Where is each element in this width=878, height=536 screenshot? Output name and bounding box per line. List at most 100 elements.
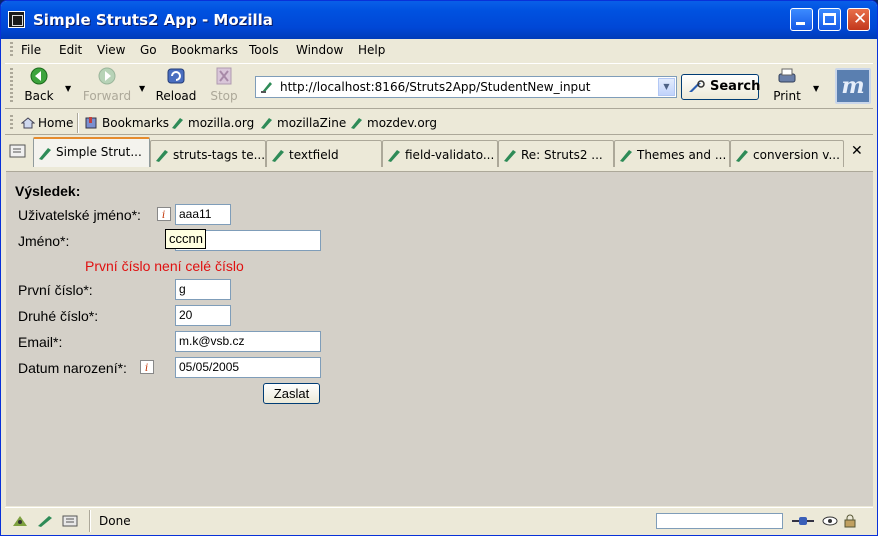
back-button[interactable]: Back xyxy=(21,66,57,103)
tab-field-validator[interactable]: field-validato... xyxy=(382,140,498,167)
tab-page-icon xyxy=(504,150,516,162)
stop-icon xyxy=(216,67,232,85)
tab-label: field-validato... xyxy=(405,148,495,162)
progress-bar xyxy=(656,513,783,529)
tab-conversion[interactable]: conversion v... xyxy=(730,140,844,167)
info-icon[interactable]: i xyxy=(140,360,154,374)
tab-struts-tags[interactable]: struts-tags te... xyxy=(150,140,266,167)
composer-icon[interactable] xyxy=(37,514,55,528)
print-dropdown-icon[interactable]: ▼ xyxy=(813,84,819,93)
home-icon xyxy=(21,117,35,129)
url-bar[interactable]: http://localhost:8166/Struts2App/Student… xyxy=(255,76,677,98)
menu-bar: File Edit View Go Bookmarks Tools Window… xyxy=(5,39,873,61)
stop-button[interactable]: Stop xyxy=(207,66,241,103)
submit-button[interactable]: Zaslat xyxy=(263,383,320,404)
title-bar[interactable]: Simple Struts2 App - Mozilla ✕ xyxy=(1,1,877,39)
toolbar-grip[interactable] xyxy=(10,115,13,131)
forward-button[interactable]: Forward xyxy=(81,66,133,103)
maximize-icon xyxy=(823,13,836,25)
print-label: Print xyxy=(773,89,801,103)
tab-label: struts-tags te... xyxy=(173,148,266,162)
email-label: Email*: xyxy=(18,334,63,350)
search-icon xyxy=(689,80,705,92)
maximize-button[interactable] xyxy=(818,8,841,31)
tab-simple-struts[interactable]: Simple Strut... xyxy=(33,137,150,167)
second-number-input[interactable]: 20 xyxy=(175,305,231,326)
menu-file[interactable]: File xyxy=(21,43,41,57)
tab-label: Themes and ... xyxy=(637,148,727,162)
bookmark-label: Home xyxy=(38,116,74,130)
info-icon[interactable]: i xyxy=(157,207,171,221)
birth-date-input[interactable]: 05/05/2005 xyxy=(175,357,321,378)
print-button[interactable]: Print xyxy=(769,66,805,103)
toolbar-grip[interactable] xyxy=(10,42,13,58)
menu-view[interactable]: View xyxy=(97,43,125,57)
toolbar-grip[interactable] xyxy=(10,68,13,104)
tab-label: Simple Strut... xyxy=(56,145,142,159)
address-book-icon[interactable] xyxy=(61,514,79,528)
bookmark-label: mozillaZine xyxy=(277,116,347,130)
privacy-icon[interactable] xyxy=(821,514,839,528)
navigation-toolbar: Back ▼ Forward ▼ Reload Stop http://loca… xyxy=(5,63,873,109)
bookmark-bookmarks[interactable]: Bookmarks xyxy=(85,116,169,130)
bookmark-label: mozdev.org xyxy=(367,116,437,130)
reload-button[interactable]: Reload xyxy=(153,66,199,103)
lock-icon[interactable] xyxy=(841,514,859,528)
forward-arrow-icon xyxy=(98,67,116,85)
page-icon xyxy=(261,82,272,93)
tab-label: conversion v... xyxy=(753,148,840,162)
tab-themes[interactable]: Themes and ... xyxy=(614,140,730,167)
online-status-icon[interactable] xyxy=(791,514,815,528)
mozilla-logo[interactable]: m xyxy=(835,68,871,104)
forward-dropdown-icon[interactable]: ▼ xyxy=(139,84,145,93)
search-button[interactable]: Search xyxy=(681,74,761,100)
menu-go[interactable]: Go xyxy=(140,43,157,57)
status-text: Done xyxy=(99,514,131,528)
back-arrow-icon xyxy=(30,67,48,85)
bookmarks-icon xyxy=(85,117,97,129)
reload-icon xyxy=(167,68,185,84)
page-heading: Výsledek: xyxy=(15,183,81,199)
birth-date-label: Datum narození*: xyxy=(18,360,127,376)
search-label: Search xyxy=(710,79,761,94)
bookmark-home[interactable]: Home xyxy=(21,116,73,130)
first-number-label: První číslo*: xyxy=(18,282,93,298)
menu-edit[interactable]: Edit xyxy=(59,43,82,57)
tab-label: Re: Struts2 ... xyxy=(521,148,603,162)
minimize-button[interactable] xyxy=(790,8,813,31)
menu-tools[interactable]: Tools xyxy=(249,43,279,57)
back-label: Back xyxy=(24,89,54,103)
url-dropdown-icon[interactable]: ▼ xyxy=(658,78,675,96)
username-input[interactable]: aaa11 xyxy=(175,204,231,225)
tab-list-icon[interactable] xyxy=(9,143,27,160)
bookmark-label: mozilla.org xyxy=(188,116,255,130)
tab-bar: Simple Strut... struts-tags te... textfi… xyxy=(5,137,873,167)
minimize-icon xyxy=(796,22,805,25)
tab-label: textfield xyxy=(289,148,339,162)
tab-page-icon xyxy=(272,150,284,162)
first-number-input[interactable]: g xyxy=(175,279,231,300)
bookmark-mozdev-org[interactable]: mozdev.org xyxy=(350,116,437,130)
stop-label: Stop xyxy=(210,89,238,103)
printer-icon xyxy=(778,68,796,83)
menu-bookmarks[interactable]: Bookmarks xyxy=(171,43,238,57)
tab-page-icon xyxy=(156,150,168,162)
username-label: Uživatelské jméno*: xyxy=(18,207,141,223)
url-text: http://localhost:8166/Struts2App/Student… xyxy=(280,80,591,94)
bookmarks-toolbar: Home Bookmarks mozilla.org mozillaZine m… xyxy=(5,111,873,135)
bookmark-mozilla-org[interactable]: mozilla.org xyxy=(171,116,254,130)
second-number-label: Druhé číslo*: xyxy=(18,308,99,324)
bookmark-mozillazine[interactable]: mozillaZine xyxy=(260,116,346,130)
status-bar: Done xyxy=(5,507,873,533)
menu-window[interactable]: Window xyxy=(296,43,343,57)
back-dropdown-icon[interactable]: ▼ xyxy=(65,84,71,93)
email-input[interactable]: m.k@vsb.cz xyxy=(175,331,321,352)
tab-re-struts2[interactable]: Re: Struts2 ... xyxy=(498,140,614,167)
tab-textfield[interactable]: textfield xyxy=(266,140,382,167)
navigator-icon[interactable] xyxy=(11,514,29,528)
menu-help[interactable]: Help xyxy=(358,43,385,57)
close-tab-icon[interactable]: ✕ xyxy=(851,143,863,159)
close-button[interactable]: ✕ xyxy=(847,8,870,31)
bookmark-page-icon xyxy=(172,118,183,129)
bookmark-page-icon xyxy=(261,118,272,129)
